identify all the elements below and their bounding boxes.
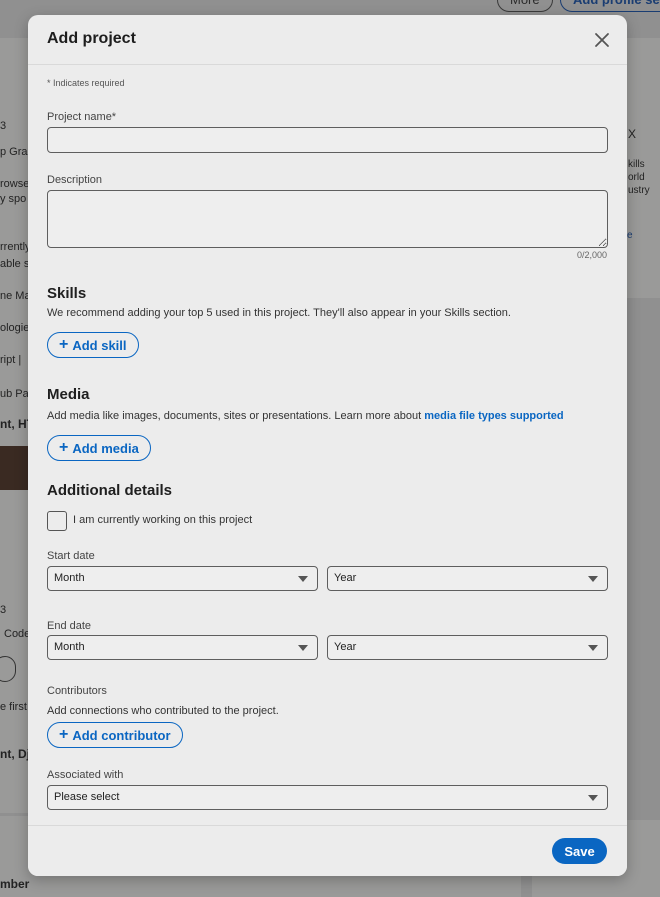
chevron-down-icon — [588, 645, 598, 651]
background-text-fragment: able s — [0, 258, 30, 270]
currently-working-label: I am currently working on this project — [73, 514, 253, 526]
chevron-down-icon — [298, 645, 308, 651]
end-date-label: End date — [47, 620, 92, 632]
add-skill-button[interactable]: + Add skill — [47, 332, 139, 358]
project-name-label: Project name* — [47, 111, 117, 123]
background-text-fragment: orld — [628, 172, 645, 183]
background-text-fragment: ne Ma — [0, 290, 31, 302]
media-section-title: Media — [47, 386, 90, 403]
background-text-fragment: X — [628, 127, 637, 141]
background-text-fragment: p Gra — [0, 146, 28, 158]
add-project-dialog: Add project * Indicates required Project… — [28, 15, 627, 876]
background-text-fragment: nt, Dj — [0, 747, 30, 761]
background-text-fragment: y spo — [0, 193, 27, 205]
end-year-select[interactable]: Year — [327, 635, 608, 660]
start-month-value: Month — [54, 572, 85, 584]
contributors-description: Add connections who contributed to the p… — [47, 705, 279, 717]
background-text-fragment: e first — [0, 701, 27, 713]
background-more-button: More — [497, 0, 553, 12]
contributors-label: Contributors — [47, 685, 107, 697]
background-text-fragment: Code — [4, 628, 31, 640]
dialog-title: Add project — [47, 30, 136, 47]
end-month-value: Month — [54, 641, 85, 653]
start-date-label: Start date — [47, 550, 95, 562]
chevron-down-icon — [298, 576, 308, 582]
background-thumbnail-image — [0, 446, 28, 490]
background-text-fragment: e — [627, 230, 633, 241]
additional-details-title: Additional details — [47, 482, 173, 499]
project-name-input[interactable] — [47, 127, 608, 153]
background-text-fragment: rowse — [0, 178, 30, 190]
required-note: * Indicates required — [47, 78, 125, 88]
background-text-fragment: mber — [0, 877, 30, 891]
associated-with-select[interactable]: Please select — [47, 785, 608, 810]
plus-icon: + — [59, 726, 69, 743]
save-button[interactable]: Save — [552, 838, 607, 864]
dialog-footer: Save — [28, 825, 627, 876]
background-text-fragment: 3 — [0, 604, 7, 616]
dialog-header: Add project — [28, 15, 627, 65]
skills-section-title: Skills — [47, 285, 87, 302]
media-description-text: Add media like images, documents, sites … — [47, 410, 425, 422]
background-text-fragment: ript | — [0, 354, 22, 366]
description-character-counter: 0/2,000 — [576, 250, 607, 260]
background-text-fragment: ub Pa — [0, 388, 29, 400]
background-text-fragment: 3 — [0, 120, 7, 132]
associated-with-value: Please select — [54, 791, 120, 803]
start-year-value: Year — [334, 572, 357, 584]
chevron-down-icon — [588, 795, 598, 801]
add-skill-label: Add skill — [72, 337, 127, 353]
background-text-fragment: rrently — [0, 241, 31, 253]
add-contributor-label: Add contributor — [72, 727, 171, 743]
media-file-types-link[interactable]: media file types supported — [424, 410, 563, 422]
description-textarea[interactable] — [47, 190, 608, 248]
background-text-fragment: kills — [628, 159, 645, 170]
background-text-fragment: ustry — [628, 185, 650, 196]
start-month-select[interactable]: Month — [47, 566, 318, 591]
add-contributor-button[interactable]: + Add contributor — [47, 722, 183, 748]
close-icon[interactable] — [591, 29, 613, 51]
description-label: Description — [47, 174, 103, 186]
background-add-profile-section-button: Add profile se — [560, 0, 660, 12]
end-year-value: Year — [334, 641, 357, 653]
plus-icon: + — [59, 439, 69, 456]
plus-icon: + — [59, 336, 69, 353]
add-media-label: Add media — [72, 440, 139, 456]
start-year-select[interactable]: Year — [327, 566, 608, 591]
media-section-description: Add media like images, documents, sites … — [47, 410, 564, 422]
associated-with-label: Associated with — [47, 769, 124, 781]
end-month-select[interactable]: Month — [47, 635, 318, 660]
currently-working-checkbox[interactable] — [47, 511, 67, 531]
add-media-button[interactable]: + Add media — [47, 435, 151, 461]
skills-section-description: We recommend adding your top 5 used in t… — [47, 307, 511, 319]
chevron-down-icon — [588, 576, 598, 582]
